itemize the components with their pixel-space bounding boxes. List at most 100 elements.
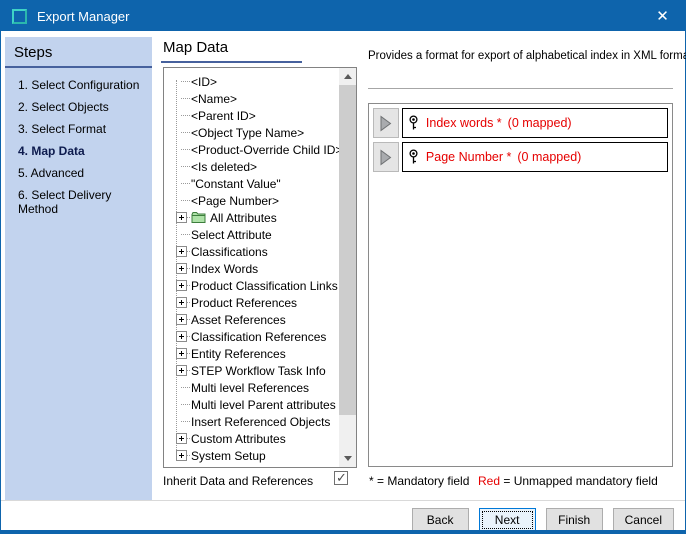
tree-item-label: <Name> (191, 92, 237, 106)
tree-item-label: Multi level References (191, 381, 309, 395)
scroll-down-icon[interactable] (339, 450, 356, 467)
tree-item-label: Classifications (191, 245, 268, 259)
inherit-data-checkbox[interactable] (334, 471, 348, 485)
tree-item[interactable]: Select Attribute (169, 226, 339, 243)
titlebar: Export Manager ✕ (1, 1, 685, 31)
tree-item-label: Index Words (191, 262, 258, 276)
expand-plus-icon[interactable] (176, 297, 187, 308)
tree-item[interactable]: Entity References (169, 345, 339, 362)
sidebar-step-2: 2. Select Objects (5, 96, 152, 118)
tree-scrollbar[interactable] (339, 68, 356, 467)
right-triangle-icon (379, 149, 392, 166)
key-icon (408, 115, 419, 131)
tree-item[interactable]: Multi level Parent attributes (169, 396, 339, 413)
tree-item-label: <Product-Override Child ID> (191, 143, 339, 157)
tree-item[interactable]: Product Classification Links (169, 277, 339, 294)
inherit-data-label: Inherit Data and References (163, 474, 313, 488)
window-title: Export Manager (37, 9, 130, 24)
tree-item[interactable]: Custom Attributes (169, 430, 339, 447)
tree-item[interactable]: <Product-Override Child ID> (169, 141, 339, 158)
expand-plus-icon[interactable] (176, 212, 187, 223)
tree-item[interactable]: Product References (169, 294, 339, 311)
steps-list: 1. Select Configuration2. Select Objects… (5, 68, 152, 220)
folder-icon (191, 211, 206, 224)
map-arrow-button[interactable] (373, 108, 399, 138)
tree-item[interactable]: Insert Referenced Objects (169, 413, 339, 430)
scroll-up-icon[interactable] (339, 68, 356, 85)
tree-item-label: <Object Type Name> (191, 126, 304, 140)
steps-sidebar: Steps 1. Select Configuration2. Select O… (5, 37, 152, 500)
legend-red-word: Red (478, 474, 500, 488)
close-icon[interactable]: ✕ (640, 1, 685, 31)
tree-item-label: All Attributes (210, 211, 277, 225)
footer-buttons: Back Next Finish Cancel (412, 508, 674, 532)
sidebar-step-1: 1. Select Configuration (5, 74, 152, 96)
tree-item-label: Multi level Parent attributes (191, 398, 336, 412)
tree-item[interactable]: System Setup (169, 447, 339, 464)
tree-item[interactable]: <Parent ID> (169, 107, 339, 124)
mapping-field-text: Page Number *(0 mapped) (426, 150, 581, 164)
tree-item[interactable]: Multi level References (169, 379, 339, 396)
tree-item-label: Classification References (191, 330, 326, 344)
footer-separator (1, 500, 685, 501)
sidebar-step-5: 5. Advanced (5, 162, 152, 184)
tree-item-label: System Setup (191, 449, 266, 463)
page-title: Map Data (163, 39, 228, 56)
expand-plus-icon[interactable] (176, 263, 187, 274)
right-triangle-icon (379, 115, 392, 132)
mapping-row: Page Number *(0 mapped) (373, 142, 668, 172)
tree-item-label: Asset References (191, 313, 286, 327)
sidebar-step-4: 4. Map Data (5, 140, 152, 162)
key-icon (408, 149, 419, 165)
expand-plus-icon[interactable] (176, 433, 187, 444)
next-button[interactable]: Next (479, 508, 536, 532)
expand-plus-icon[interactable] (176, 246, 187, 257)
tree-item-label: "Constant Value" (191, 177, 281, 191)
tree-item[interactable]: Classification References (169, 328, 339, 345)
map-data-tree: <ID> <Name><Parent ID> <Object Type Name> <… (163, 67, 357, 468)
tree-item-label: Product References (191, 296, 297, 310)
scrollbar-thumb[interactable] (339, 85, 356, 415)
tree-item-label: Custom Attributes (191, 432, 286, 446)
mapping-row: Index words *(0 mapped) (373, 108, 668, 138)
tree-item[interactable]: All Attributes (169, 209, 339, 226)
tree-item[interactable]: <Page Number> (169, 192, 339, 209)
expand-plus-icon[interactable] (176, 280, 187, 291)
tree-item[interactable]: Asset References (169, 311, 339, 328)
tree-item[interactable]: Index Words (169, 260, 339, 277)
description-separator (368, 88, 673, 89)
tree-item-label: Product Classification Links (191, 279, 338, 293)
expand-plus-icon[interactable] (176, 314, 187, 325)
map-arrow-button[interactable] (373, 142, 399, 172)
cancel-button[interactable]: Cancel (613, 508, 674, 532)
tree-item[interactable]: STEP Workflow Task Info (169, 362, 339, 379)
mapping-target-field[interactable]: Page Number *(0 mapped) (402, 142, 668, 172)
tree-item[interactable]: <ID> (169, 73, 339, 90)
dialog-body: Steps 1. Select Configuration2. Select O… (1, 31, 685, 530)
tree-content: <ID> <Name><Parent ID> <Object Type Name> <… (164, 68, 339, 467)
expand-plus-icon[interactable] (176, 365, 187, 376)
mapping-field-text: Index words *(0 mapped) (426, 116, 572, 130)
expand-plus-icon[interactable] (176, 348, 187, 359)
tree-item[interactable]: "Constant Value" (169, 175, 339, 192)
legend-mandatory: * = Mandatory field (369, 474, 469, 488)
expand-plus-icon[interactable] (176, 331, 187, 342)
finish-button[interactable]: Finish (546, 508, 603, 532)
tree-item[interactable]: <Object Type Name> (169, 124, 339, 141)
back-button[interactable]: Back (412, 508, 469, 532)
app-icon (12, 9, 27, 24)
export-manager-dialog: Export Manager ✕ Steps 1. Select Configu… (0, 0, 686, 534)
sidebar-step-6: 6. Select Delivery Method (5, 184, 152, 220)
tree-item[interactable]: Classifications (169, 243, 339, 260)
tree-item-label: Insert Referenced Objects (191, 415, 330, 429)
expand-plus-icon[interactable] (176, 450, 187, 461)
tree-item[interactable]: <Name> (169, 90, 339, 107)
format-description: Provides a format for export of alphabet… (368, 50, 686, 62)
tree-item-label: STEP Workflow Task Info (191, 364, 326, 378)
tree-item-label: <Is deleted> (191, 160, 257, 174)
tree-item-label: <Page Number> (191, 194, 279, 208)
tree-item[interactable]: <Is deleted> (169, 158, 339, 175)
mapping-target-field[interactable]: Index words *(0 mapped) (402, 108, 668, 138)
window-bottom-border (1, 530, 685, 533)
tree-item-label: Entity References (191, 347, 286, 361)
